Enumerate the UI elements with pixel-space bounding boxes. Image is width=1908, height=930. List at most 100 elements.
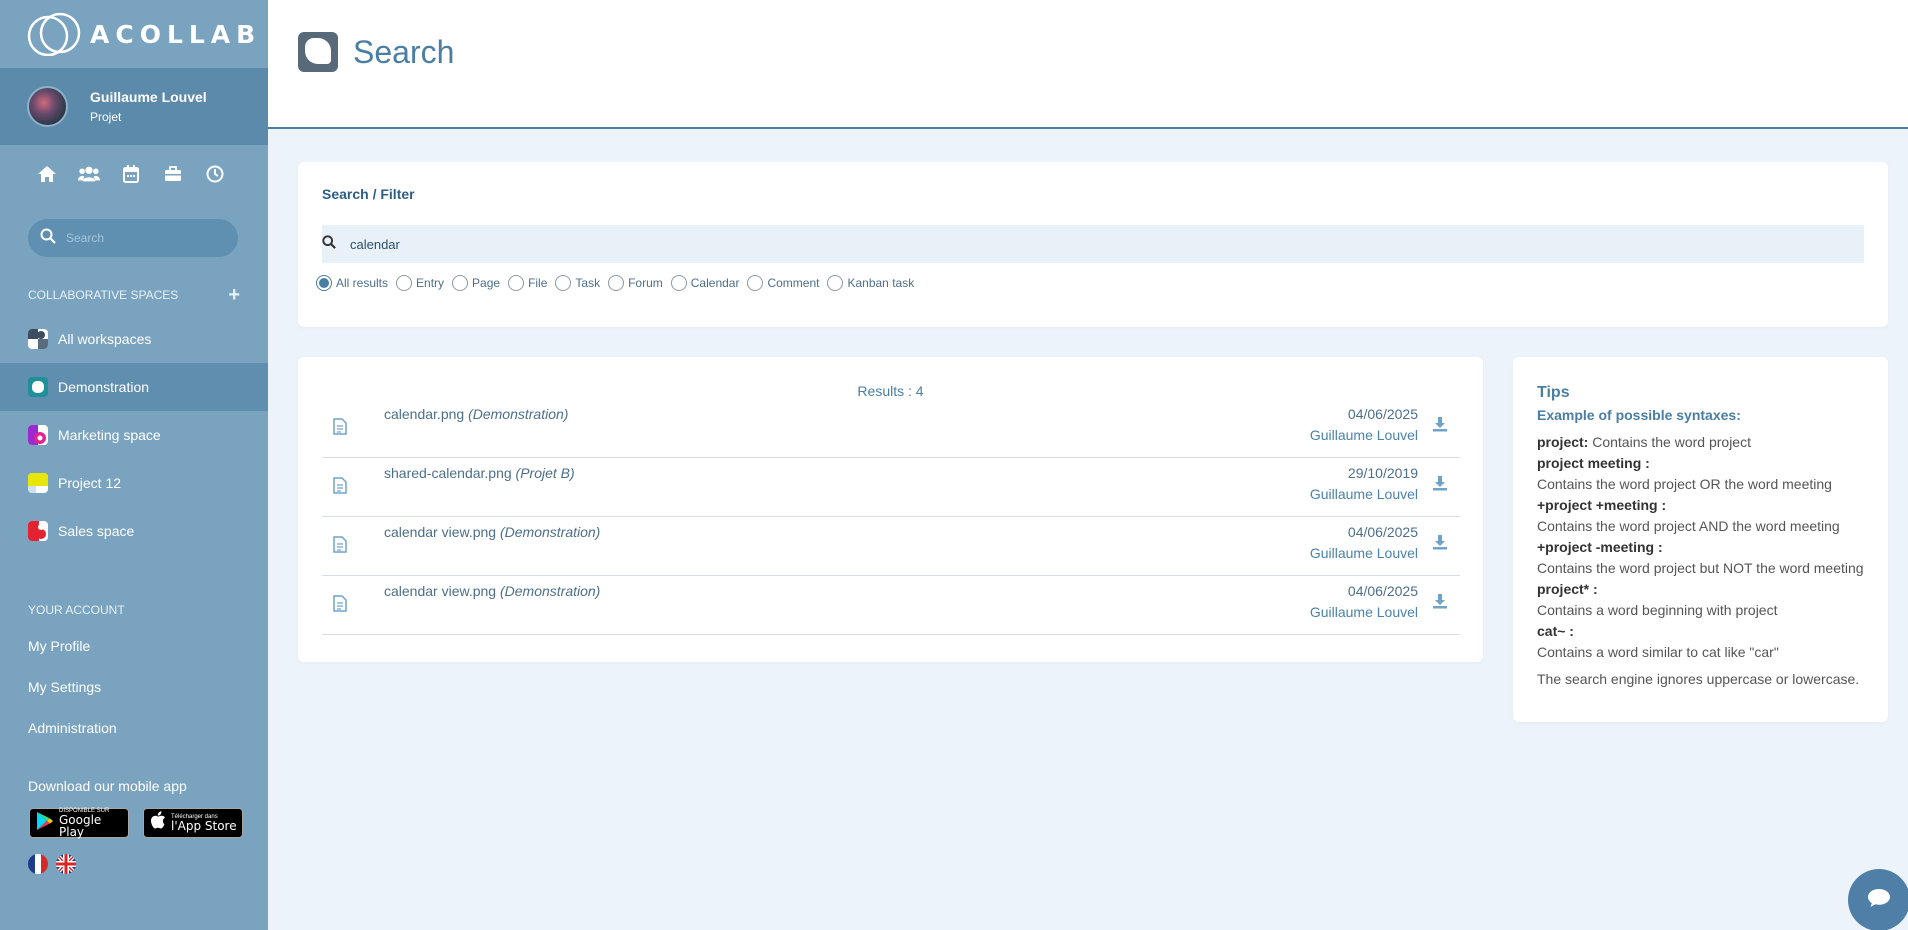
filter-search-bar[interactable] (322, 225, 1864, 263)
language-switcher (0, 854, 268, 874)
radio-entry[interactable]: Entry (396, 275, 444, 291)
search-icon (40, 228, 56, 249)
clock-icon[interactable] (204, 163, 226, 185)
result-author[interactable]: Guillaume Louvel (1310, 427, 1418, 443)
logo[interactable]: ACOLLAB (0, 0, 268, 68)
radio-comment[interactable]: Comment (747, 275, 819, 291)
file-icon (333, 477, 347, 499)
page-header: Search (268, 0, 1908, 129)
chat-button[interactable] (1848, 869, 1908, 930)
tip-line: Contains the word project OR the word me… (1537, 476, 1832, 492)
radio-all-results[interactable]: All results (316, 275, 388, 291)
space-label: Sales space (58, 523, 135, 539)
radio-label: Kanban task (847, 276, 915, 290)
result-author[interactable]: Guillaume Louvel (1310, 486, 1418, 502)
radio-button[interactable] (827, 275, 844, 291)
chat-bubble-icon (1867, 888, 1891, 913)
result-date: 04/06/2025 (1347, 524, 1418, 540)
radio-task[interactable]: Task (555, 275, 600, 291)
radio-button[interactable] (555, 275, 572, 291)
calendar-icon[interactable] (120, 163, 142, 185)
store-badges: DISPONIBLE SUR Google Play Télécharger d… (0, 808, 268, 838)
search-query-input[interactable] (350, 236, 850, 252)
my-profile-link[interactable]: My Profile (0, 625, 268, 666)
radio-button[interactable] (396, 275, 413, 291)
space-item-project-12[interactable]: Project 12 (0, 459, 268, 507)
page-search-logo-icon (298, 32, 338, 72)
radio-label: All results (336, 276, 389, 290)
download-icon[interactable] (1432, 593, 1448, 614)
space-item-marketing[interactable]: Marketing space (0, 411, 268, 459)
radio-forum[interactable]: Forum (608, 275, 663, 291)
result-file-link[interactable]: calendar.png (Demonstration) (384, 406, 568, 422)
result-date: 29/10/2019 (1347, 465, 1418, 481)
file-name: calendar view.png (384, 524, 497, 540)
app-store-button[interactable]: Télécharger dans l'App Store (143, 808, 243, 838)
page-title: Search (353, 34, 455, 70)
sidebar: ACOLLAB Guillaume Louvel Projet CO (0, 0, 268, 930)
my-settings-link[interactable]: My Settings (0, 666, 268, 707)
tips-title: Tips (1537, 384, 1570, 401)
english-flag-icon[interactable] (56, 854, 76, 874)
space-label: All workspaces (58, 331, 152, 347)
spaces-heading: COLLABORATIVE SPACES + (0, 285, 268, 305)
download-icon[interactable] (1432, 475, 1448, 496)
app-store-big-text: l'App Store (171, 819, 237, 833)
download-icon[interactable] (1432, 534, 1448, 555)
space-item-sales[interactable]: Sales space (0, 507, 268, 555)
account-heading-label: YOUR ACCOUNT (28, 603, 125, 617)
radio-button[interactable] (452, 275, 469, 291)
radio-button[interactable] (316, 275, 332, 291)
administration-link[interactable]: Administration (0, 707, 268, 748)
marketing-space-icon (28, 425, 48, 445)
radio-button[interactable] (670, 275, 687, 291)
home-icon[interactable] (36, 163, 58, 185)
logo-mark-icon (24, 12, 86, 57)
radio-page[interactable]: Page (452, 275, 500, 291)
radio-label: Entry (416, 276, 445, 290)
sidebar-search-input[interactable] (66, 231, 216, 245)
radio-kanban-task[interactable]: Kanban task (827, 275, 914, 291)
tips-footer: The search engine ignores uppercase or l… (1537, 671, 1860, 687)
radio-label: Page (472, 276, 501, 290)
result-file-link[interactable]: calendar view.png (Demonstration) (384, 524, 600, 540)
users-icon[interactable] (78, 163, 100, 185)
result-file-link[interactable]: shared-calendar.png (Projet B) (384, 465, 575, 481)
add-space-icon[interactable]: + (228, 285, 240, 305)
download-icon[interactable] (1432, 416, 1448, 437)
result-row[interactable]: calendar view.png (Demonstration) 04/06/… (322, 576, 1460, 635)
radio-button[interactable] (747, 275, 764, 291)
google-play-button[interactable]: DISPONIBLE SUR Google Play (29, 808, 129, 838)
tip-line: +project -meeting : (1537, 539, 1663, 555)
project-12-space-icon (28, 473, 48, 493)
brand-name: ACOLLAB (90, 19, 262, 49)
space-label: Demonstration (58, 379, 150, 395)
result-file-link[interactable]: calendar view.png (Demonstration) (384, 583, 600, 599)
briefcase-icon[interactable] (162, 163, 184, 185)
result-row[interactable]: calendar view.png (Demonstration) 04/06/… (322, 517, 1460, 576)
french-flag-icon[interactable] (28, 854, 48, 874)
results-card: Results : 4 calendar.png (Demonstration)… (298, 357, 1483, 662)
radio-button[interactable] (608, 275, 625, 291)
result-author[interactable]: Guillaume Louvel (1310, 604, 1418, 620)
space-item-all-workspaces[interactable]: All workspaces (0, 315, 268, 363)
all-workspaces-icon (28, 329, 48, 349)
tips-subtitle: Example of possible syntaxes: (1537, 407, 1741, 423)
radio-calendar[interactable]: Calendar (670, 275, 739, 291)
file-space: (Demonstration) (499, 524, 601, 540)
user-card[interactable]: Guillaume Louvel Projet (0, 68, 268, 145)
result-author[interactable]: Guillaume Louvel (1310, 545, 1418, 561)
account-list: My Profile My Settings Administration (0, 625, 268, 748)
google-play-icon (36, 811, 54, 836)
space-label: Marketing space (58, 427, 161, 443)
radio-button[interactable] (508, 275, 525, 291)
space-item-demonstration[interactable]: Demonstration (0, 363, 268, 411)
sidebar-search[interactable] (28, 219, 238, 257)
result-row[interactable]: shared-calendar.png (Projet B) 29/10/201… (322, 458, 1460, 517)
space-list: All workspaces Demonstration Marketing s… (0, 315, 268, 555)
radio-file[interactable]: File (508, 275, 547, 291)
radio-label: Comment (767, 276, 820, 290)
result-row[interactable]: calendar.png (Demonstration) 04/06/2025 … (322, 399, 1460, 458)
demonstration-space-icon (28, 377, 48, 397)
radio-label: Task (575, 276, 601, 290)
